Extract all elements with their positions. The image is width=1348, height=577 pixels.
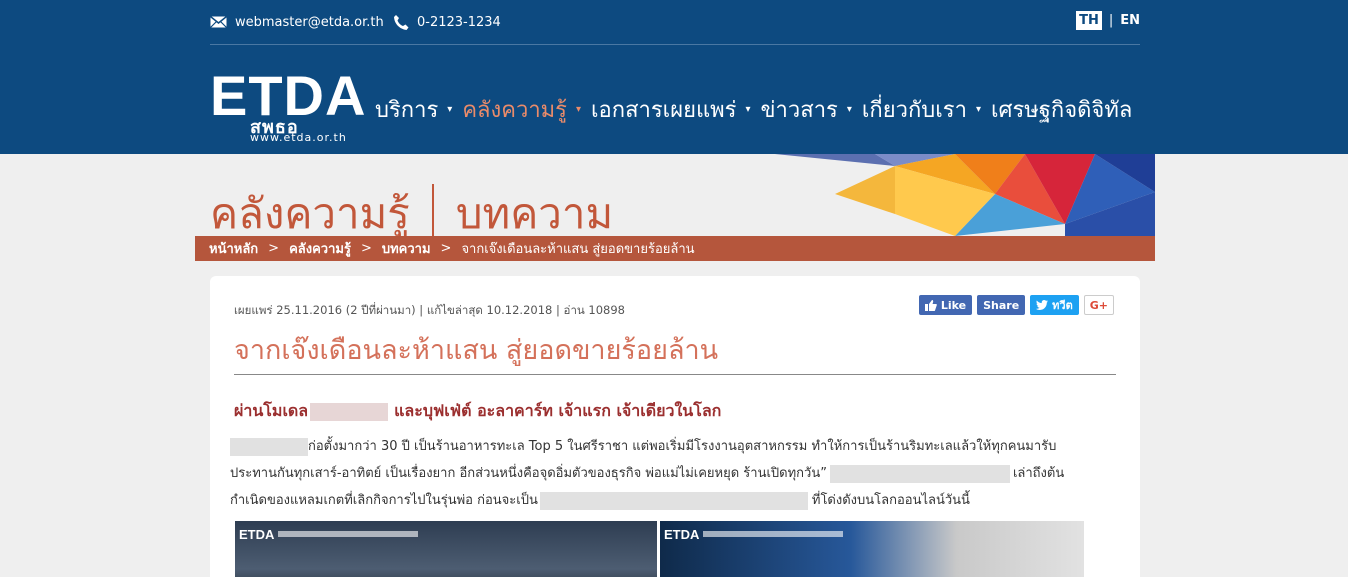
photo-caption-bar — [703, 531, 844, 537]
article-photo: ETDA — [235, 521, 657, 577]
language-switcher: TH | EN — [1076, 11, 1140, 30]
gplus-label: G+ — [1089, 298, 1108, 312]
mail-icon — [210, 16, 227, 28]
nav-label: เกี่ยวกับเรา — [861, 97, 967, 123]
redacted-block — [829, 464, 1010, 483]
breadcrumb: หน้าหลัก > คลังความรู้ > บทความ > จากเจ๊… — [195, 236, 1155, 261]
phone-link[interactable]: 0-2123-1234 — [393, 13, 501, 31]
twitter-bird-icon — [1036, 300, 1049, 310]
breadcrumb-articles[interactable]: บทความ — [382, 238, 431, 259]
facebook-like-button[interactable]: Like — [918, 295, 973, 315]
paragraph-line-text: ก่อตั้งมากว่า 30 ปี เป็นร้านอาหารทะเล To… — [308, 439, 1057, 454]
email-link[interactable]: webmaster@etda.or.th — [210, 13, 384, 31]
article-subtitle: ผ่านโมเดล และบุฟเฟ่ต์ อะลาคาร์ท เจ้าแรก … — [234, 399, 721, 424]
subtitle-part-a: ผ่านโมเดล — [234, 401, 309, 420]
nav-publications[interactable]: เอกสารเผยแพร่ ▾ — [591, 92, 760, 127]
share-label: Share — [983, 298, 1020, 312]
chevron-down-icon: ▾ — [447, 103, 453, 115]
nav-about[interactable]: เกี่ยวกับเรา ▾ — [862, 92, 991, 127]
facebook-share-button[interactable]: Share — [977, 295, 1026, 315]
social-share-bar: Like Share ทวีต G+ — [918, 295, 1114, 315]
article-meta: เผยแพร่ 25.11.2016 (2 ปีที่ผ่านมา) | แก้… — [234, 303, 625, 317]
lang-separator: | — [1108, 13, 1114, 28]
nav-label: ข่าวสาร — [760, 97, 838, 123]
title-divider — [234, 374, 1116, 375]
photo-brand: ETDA — [239, 526, 275, 542]
thumbs-up-icon — [924, 299, 937, 311]
tweet-label: ทวีต — [1052, 299, 1073, 312]
google-plus-button[interactable]: G+ — [1083, 295, 1114, 315]
phone-icon — [394, 14, 409, 30]
tweet-button[interactable]: ทวีต — [1030, 295, 1079, 315]
redacted-block — [310, 402, 389, 421]
site-header: webmaster@etda.or.th 0-2123-1234 TH | EN… — [0, 0, 1348, 154]
paragraph-line: กำเนิดของแหลมเกตที่เลิกกิจการไปในรุ่นพ่อ… — [230, 487, 1120, 514]
paragraph-line-text: กำเนิดของแหลมเกตที่เลิกกิจการไปในรุ่นพ่อ… — [230, 493, 538, 508]
nav-label: เศรษฐกิจดิจิทัล — [990, 97, 1133, 123]
paragraph-line-text: เล่าถึงต้น — [1012, 466, 1065, 481]
breadcrumb-home[interactable]: หน้าหลัก — [209, 238, 258, 259]
nav-label: บริการ — [375, 97, 439, 123]
top-bar: webmaster@etda.or.th 0-2123-1234 TH | EN — [210, 0, 1140, 45]
nav-label: เอกสารเผยแพร่ — [591, 97, 737, 123]
breadcrumb-arrow: > — [440, 241, 452, 256]
paragraph-line-text: ประทานกันทุกเสาร์-อาทิตย์ เป็นเรื่องยาก … — [230, 466, 827, 481]
phone-text: 0-2123-1234 — [417, 14, 501, 30]
photo-logo: ETDA — [239, 525, 439, 543]
nav-digital-economy[interactable]: เศรษฐกิจดิจิทัล — [991, 92, 1132, 127]
lang-th[interactable]: TH — [1076, 11, 1102, 30]
chevron-down-icon: ▾ — [576, 103, 582, 115]
breadcrumb-current: จากเจ๊งเดือนละห้าแสน สู่ยอดขายร้อยล้าน — [461, 242, 695, 257]
section-banner: คลังความรู้ บทความ หน้าหลัก > คลังความรู… — [195, 154, 1155, 261]
breadcrumb-arrow: > — [268, 241, 280, 256]
breadcrumb-arrow: > — [360, 241, 372, 256]
subtitle-part-b: และบุฟเฟ่ต์ อะลาคาร์ท เจ้าแรก เจ้าเดียวใ… — [394, 401, 722, 420]
breadcrumb-knowledge[interactable]: คลังความรู้ — [289, 238, 351, 259]
nav-services[interactable]: บริการ ▾ — [375, 92, 462, 127]
photo-logo: ETDA — [664, 525, 864, 543]
chevron-down-icon: ▾ — [975, 103, 981, 115]
banner-divider — [431, 184, 434, 244]
logo-url-text: www.etda.or.th — [250, 131, 347, 144]
email-text: webmaster@etda.or.th — [235, 14, 384, 30]
lang-en[interactable]: EN — [1120, 13, 1140, 28]
paragraph-line: ก่อตั้งมากว่า 30 ปี เป็นร้านอาหารทะเล To… — [230, 433, 1120, 460]
article-card: เผยแพร่ 25.11.2016 (2 ปีที่ผ่านมา) | แก้… — [210, 276, 1140, 577]
nav-news[interactable]: ข่าวสาร ▾ — [761, 92, 862, 127]
redacted-block — [230, 437, 308, 456]
etda-logo[interactable]: ETDA สพธอ www.etda.or.th — [210, 68, 365, 148]
chevron-down-icon: ▾ — [846, 103, 852, 115]
chevron-down-icon: ▾ — [745, 103, 751, 115]
photo-caption-bar — [278, 531, 419, 537]
main-nav: บริการ ▾ คลังความรู้ ▾ เอกสารเผยแพร่ ▾ ข… — [375, 92, 1132, 126]
nav-label: คลังความรู้ — [462, 97, 567, 123]
photo-brand: ETDA — [664, 526, 700, 542]
redacted-block — [539, 491, 808, 510]
article-photo: ETDA — [660, 521, 1084, 577]
nav-knowledge[interactable]: คลังความรู้ ▾ — [462, 92, 591, 127]
article-paragraph: ก่อตั้งมากว่า 30 ปี เป็นร้านอาหารทะเล To… — [230, 433, 1120, 514]
like-label: Like — [940, 298, 967, 312]
paragraph-line-text: ที่โด่งดังบนโลกออนไลน์วันนี้ — [811, 493, 970, 508]
paragraph-line: ประทานกันทุกเสาร์-อาทิตย์ เป็นเรื่องยาก … — [230, 460, 1120, 487]
article-title: จากเจ๊งเดือนละห้าแสน สู่ยอดขายร้อยล้าน — [234, 335, 719, 366]
